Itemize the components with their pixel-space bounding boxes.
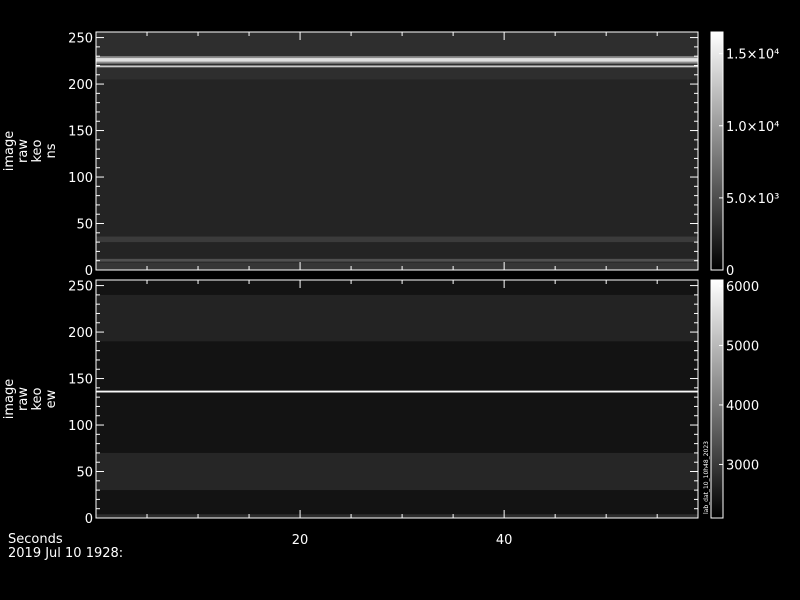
colorbar-tick-label: 6000 bbox=[726, 280, 759, 295]
y-axis-label-line: image bbox=[2, 379, 17, 420]
y-tick-label: 200 bbox=[68, 326, 93, 341]
y-axis-label-line: ew bbox=[44, 389, 59, 408]
colorbar-tick-label: 1.5×10⁴ bbox=[726, 48, 779, 63]
panel-1: 0 50 100 150 200 250 image raw keo ns 0 5.0×10³ 1.0×… bbox=[2, 31, 779, 279]
heatmap-band-2 bbox=[96, 258, 698, 262]
y-tick-label: 50 bbox=[76, 218, 93, 233]
y-tick-label: 100 bbox=[68, 419, 93, 434]
keogram-figure: 050100150200250image raw keo ns05.0×10³1.0×… bbox=[2, 31, 779, 548]
y-tick-label: 200 bbox=[68, 78, 93, 93]
colorbar-tick-label: 0 bbox=[726, 264, 734, 279]
colorbar-tick-label: 3000 bbox=[726, 458, 759, 473]
heatmap-band-8 bbox=[96, 65, 698, 68]
y-axis-label-line: raw bbox=[16, 139, 31, 163]
y-axis-label-line: keo bbox=[30, 139, 45, 162]
y-tick-label: 50 bbox=[76, 466, 93, 481]
y-tick-label: 0 bbox=[85, 264, 93, 279]
x-tick-label: 20 bbox=[292, 533, 309, 548]
colorbar-side-label: lab_dat_10_10h48_2023 bbox=[703, 441, 710, 514]
date-label: 2019 Jul 10 1928: bbox=[8, 546, 124, 561]
heatmap-band-3 bbox=[96, 294, 698, 342]
y-axis-label-line: raw bbox=[16, 387, 31, 411]
heatmap-band-5 bbox=[96, 61, 698, 64]
heatmap-band-6 bbox=[96, 58, 698, 62]
panel-2: 0 50 100 150 200 250 20 40 image raw keo ew 3000 4000… bbox=[2, 279, 759, 548]
colorbar-tick-label: 1.0×10⁴ bbox=[726, 120, 779, 135]
colorbar-tick-label: 5000 bbox=[726, 339, 759, 354]
heatmap-band-1 bbox=[96, 236, 698, 243]
y-tick-label: 250 bbox=[68, 32, 93, 47]
heatmap-band-2 bbox=[96, 452, 698, 491]
y-tick-label: 150 bbox=[68, 373, 93, 388]
y-axis-label-line: keo bbox=[30, 387, 45, 410]
y-tick-label: 100 bbox=[68, 171, 93, 186]
x-axis-caption: Seconds bbox=[8, 532, 63, 547]
y-tick-label: 250 bbox=[68, 280, 93, 295]
x-tick-label: 40 bbox=[496, 533, 513, 548]
y-axis-label-line: image bbox=[2, 131, 17, 172]
y-tick-label: 150 bbox=[68, 125, 93, 140]
y-axis-label-line: ns bbox=[44, 143, 59, 158]
heatmap-band-3 bbox=[96, 262, 698, 270]
heatmap-band-4 bbox=[96, 32, 698, 80]
y-tick-label: 0 bbox=[85, 512, 93, 527]
colorbar-tick-label: 4000 bbox=[726, 399, 759, 414]
colorbar bbox=[710, 31, 724, 271]
heatmap-band-4 bbox=[96, 390, 698, 393]
heatmap-band-7 bbox=[96, 56, 698, 59]
heatmap-band-1 bbox=[96, 514, 698, 518]
colorbar bbox=[710, 279, 724, 519]
colorbar-tick-label: 5.0×10³ bbox=[726, 192, 779, 207]
